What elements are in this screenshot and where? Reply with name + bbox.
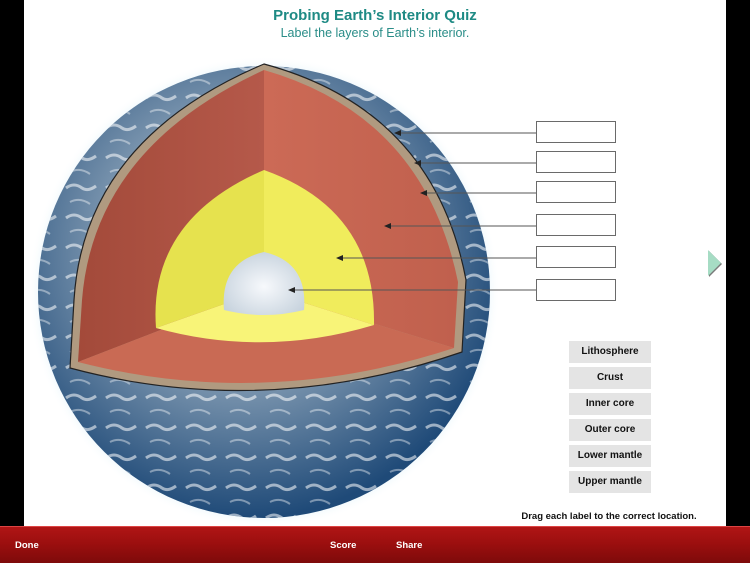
- instruction-text: Drag each label to the correct location.: [521, 511, 697, 522]
- label-lithosphere[interactable]: Lithosphere: [569, 341, 651, 363]
- quiz-canvas: Probing Earth’s Interior Quiz Label the …: [24, 0, 726, 526]
- drop-target-2[interactable]: [536, 151, 616, 173]
- drop-target-5[interactable]: [536, 246, 616, 268]
- bottom-toolbar: Done Score Share: [0, 526, 750, 563]
- share-button[interactable]: Share: [396, 540, 422, 551]
- drop-target-3[interactable]: [536, 181, 616, 203]
- label-upper-mantle[interactable]: Upper mantle: [569, 471, 651, 493]
- label-outer-core[interactable]: Outer core: [569, 419, 651, 441]
- drop-target-1[interactable]: [536, 121, 616, 143]
- score-button[interactable]: Score: [330, 540, 356, 551]
- label-inner-core[interactable]: Inner core: [569, 393, 651, 415]
- label-lower-mantle[interactable]: Lower mantle: [569, 445, 651, 467]
- label-crust[interactable]: Crust: [569, 367, 651, 389]
- done-button[interactable]: Done: [15, 540, 39, 551]
- drop-target-4[interactable]: [536, 214, 616, 236]
- next-page-arrow-icon[interactable]: [708, 250, 721, 276]
- drop-target-6[interactable]: [536, 279, 616, 301]
